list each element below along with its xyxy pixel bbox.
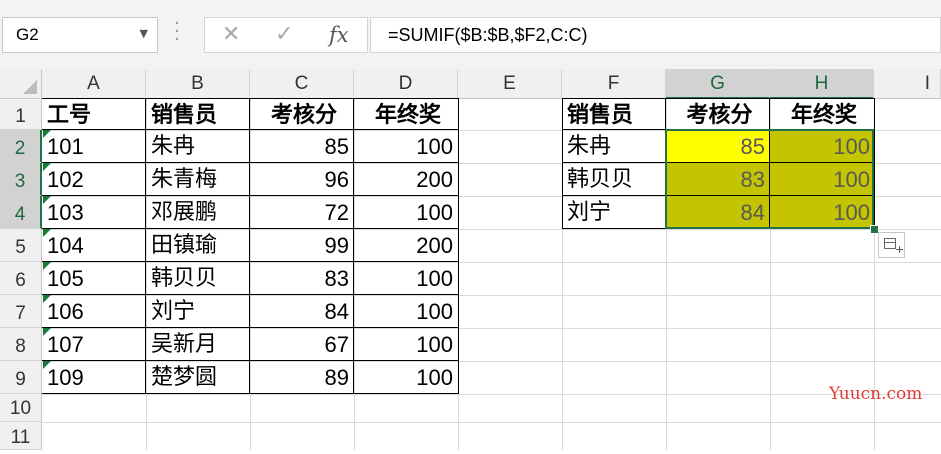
error-indicator-icon xyxy=(43,196,51,204)
cell-b3[interactable]: 朱青梅 xyxy=(147,163,249,196)
error-indicator-icon xyxy=(43,262,51,270)
cell-a4[interactable]: 103 xyxy=(43,196,145,229)
cell-a5[interactable]: 104 xyxy=(43,229,145,262)
cell-d3[interactable]: 200 xyxy=(355,163,457,196)
error-indicator-icon xyxy=(43,229,51,237)
cell-b7[interactable]: 刘宁 xyxy=(147,295,249,328)
cell-c2[interactable]: 85 xyxy=(251,130,353,163)
cell-c4[interactable]: 72 xyxy=(251,196,353,229)
watermark: Yuucn.com xyxy=(829,384,923,404)
lookup-header-bonus[interactable]: 年终奖 xyxy=(770,99,874,130)
quick-analysis-plus: + xyxy=(895,243,905,256)
cell-c8[interactable]: 67 xyxy=(251,328,353,361)
cell-d9[interactable]: 100 xyxy=(355,361,457,394)
cell-b9[interactable]: 楚梦圆 xyxy=(147,361,249,394)
cell-c6[interactable]: 83 xyxy=(251,262,353,295)
cell-a3[interactable]: 102 xyxy=(43,163,145,196)
cell-a8[interactable]: 107 xyxy=(43,328,145,361)
main-header-id[interactable]: 工号 xyxy=(43,99,145,130)
cell-a6[interactable]: 105 xyxy=(43,262,145,295)
main-header-score[interactable]: 考核分 xyxy=(251,99,353,130)
cell-d2[interactable]: 100 xyxy=(355,130,457,163)
lookup-header-salesperson[interactable]: 销售员 xyxy=(563,99,665,130)
cell-c9[interactable]: 89 xyxy=(251,361,353,394)
main-header-bonus[interactable]: 年终奖 xyxy=(355,99,457,130)
error-indicator-icon xyxy=(43,295,51,303)
error-indicator-icon xyxy=(43,328,51,336)
cell-d7[interactable]: 100 xyxy=(355,295,457,328)
error-indicator-icon xyxy=(43,163,51,171)
main-header-salesperson[interactable]: 销售员 xyxy=(147,99,249,130)
cell-a9[interactable]: 109 xyxy=(43,361,145,394)
cell-c5[interactable]: 99 xyxy=(251,229,353,262)
cell-b5[interactable]: 田镇瑜 xyxy=(147,229,249,262)
cell-a7[interactable]: 106 xyxy=(43,295,145,328)
cell-a2[interactable]: 101 xyxy=(43,130,145,163)
cell-b6[interactable]: 韩贝贝 xyxy=(147,262,249,295)
cell-c7[interactable]: 84 xyxy=(251,295,353,328)
cell-b4[interactable]: 邓展鹏 xyxy=(147,196,249,229)
error-indicator-icon xyxy=(43,130,51,138)
cell-d8[interactable]: 100 xyxy=(355,328,457,361)
lookup-header-score[interactable]: 考核分 xyxy=(666,99,769,130)
selection-range xyxy=(665,129,874,229)
quick-analysis-icon[interactable]: + xyxy=(878,232,905,258)
cell-f4[interactable]: 刘宁 xyxy=(563,196,665,229)
cell-d4[interactable]: 100 xyxy=(355,196,457,229)
cell-d6[interactable]: 100 xyxy=(355,262,457,295)
cell-b8[interactable]: 吴新月 xyxy=(147,328,249,361)
cell-d5[interactable]: 200 xyxy=(355,229,457,262)
error-indicator-icon xyxy=(43,361,51,369)
cell-f2[interactable]: 朱冉 xyxy=(563,130,665,163)
cell-f3[interactable]: 韩贝贝 xyxy=(563,163,665,196)
cell-b2[interactable]: 朱冉 xyxy=(147,130,249,163)
cell-c3[interactable]: 96 xyxy=(251,163,353,196)
